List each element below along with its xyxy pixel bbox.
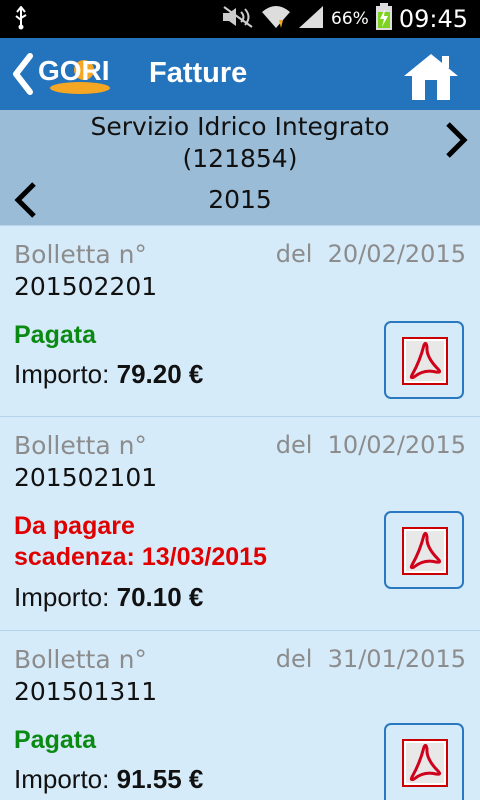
- service-name: Servizio Idrico Integrato: [90, 112, 390, 141]
- invoice-amount: Importo: 79.20 €: [14, 359, 203, 390]
- invoice-label: Bolletta n°: [14, 431, 147, 460]
- invoice-number: 201501311: [14, 677, 158, 706]
- invoice-item[interactable]: Bolletta n° del 20/02/2015 201502201 Pag…: [0, 226, 480, 417]
- battery-icon: [375, 3, 393, 35]
- pdf-icon: [402, 527, 448, 575]
- invoice-date: del 31/01/2015: [275, 645, 466, 673]
- invoice-amount: Importo: 70.10 €: [14, 582, 203, 613]
- payment-status: Pagata: [14, 321, 96, 349]
- usb-icon: [14, 5, 28, 34]
- invoice-number: 201502101: [14, 463, 158, 492]
- clock: 09:45: [398, 5, 468, 33]
- pdf-icon: [402, 337, 448, 385]
- chevron-left-icon: [14, 182, 36, 218]
- invoice-item[interactable]: Bolletta n° del 31/01/2015 201501311 Pag…: [0, 631, 480, 800]
- amount-label: Importo:: [14, 582, 110, 612]
- next-service-button[interactable]: [440, 120, 470, 160]
- previous-year-button[interactable]: [12, 180, 42, 220]
- amount-label: Importo:: [14, 359, 110, 389]
- home-button[interactable]: [402, 52, 460, 102]
- invoice-date: del 10/02/2015: [275, 431, 466, 459]
- invoice-date: del 20/02/2015: [275, 240, 466, 268]
- app-header: GORI Fatture: [0, 38, 480, 110]
- page-title: Fatture: [149, 57, 248, 89]
- due-date: scadenza: 13/03/2015: [14, 543, 267, 571]
- battery-percent: 66%: [331, 9, 369, 29]
- status-bar: 66% 09:45: [0, 0, 480, 38]
- invoice-label: Bolletta n°: [14, 645, 147, 674]
- invoice-number: 201502201: [14, 272, 158, 301]
- invoice-label: Bolletta n°: [14, 240, 147, 269]
- logo-text: GORI: [38, 55, 110, 86]
- year-label: 2015: [208, 185, 272, 214]
- invoice-amount: Importo: 91.55 €: [14, 764, 203, 795]
- payment-status: Pagata: [14, 726, 96, 754]
- amount-value: 79.20 €: [116, 359, 204, 389]
- pdf-download-button[interactable]: [384, 723, 464, 800]
- pdf-icon: [402, 739, 448, 787]
- amount-value: 91.55 €: [116, 764, 204, 794]
- mute-icon: [221, 5, 255, 33]
- amount-label: Importo:: [14, 764, 110, 794]
- back-button[interactable]: GORI: [10, 50, 130, 100]
- invoice-item[interactable]: Bolletta n° del 10/02/2015 201502101 Da …: [0, 417, 480, 631]
- payment-status: Da pagare: [14, 512, 135, 540]
- pdf-download-button[interactable]: [384, 321, 464, 399]
- chevron-right-icon: [446, 122, 468, 158]
- amount-value: 70.10 €: [116, 582, 204, 612]
- home-icon: [404, 54, 458, 100]
- pdf-download-button[interactable]: [384, 511, 464, 589]
- wifi-icon: [261, 4, 291, 34]
- service-code: (121854): [182, 144, 298, 173]
- gori-logo-icon: GORI: [13, 53, 110, 95]
- signal-icon: [297, 4, 325, 34]
